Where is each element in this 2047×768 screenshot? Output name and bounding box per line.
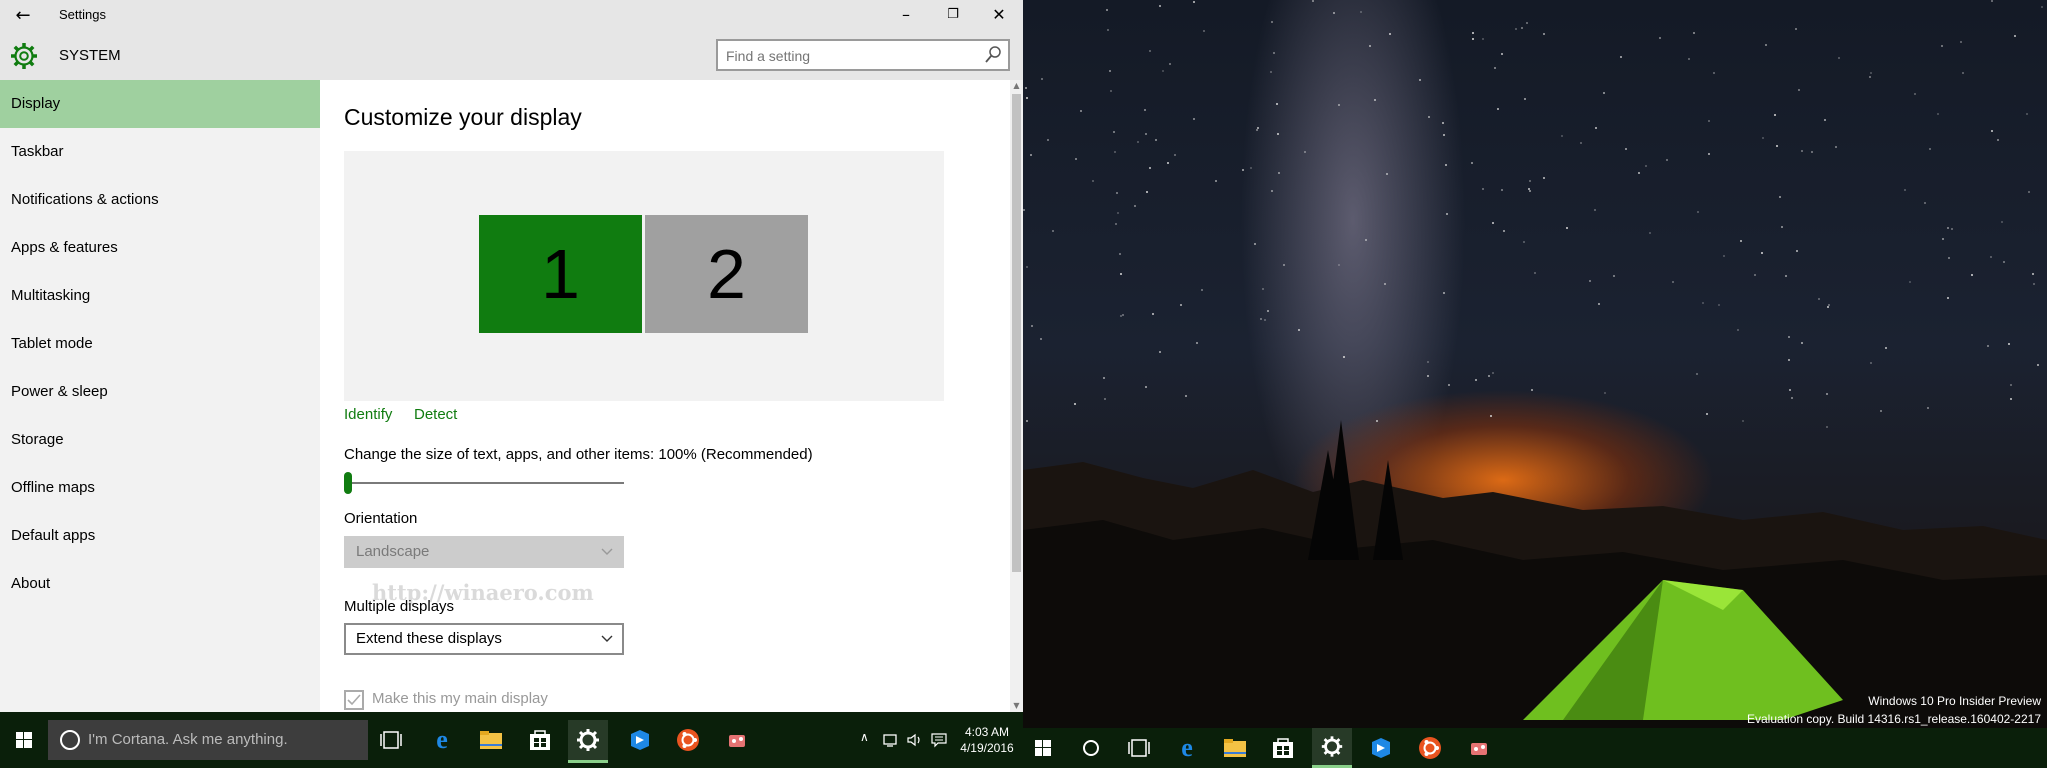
network-icon[interactable] [882,732,900,748]
evaluation-watermark: Windows 10 Pro Insider Preview Evaluatio… [1747,692,2041,728]
orientation-value: Landscape [356,543,430,560]
volume-icon[interactable] [906,732,924,748]
sidebar-item-offline-maps[interactable]: Offline maps [0,464,320,512]
cortana-placeholder: I'm Cortana. Ask me anything. [88,731,288,748]
file-explorer-icon[interactable] [1215,728,1255,768]
settings-header: SYSTEM [0,32,1023,80]
file-explorer-icon[interactable] [471,720,511,760]
scroll-down-icon[interactable]: ▼ [1010,700,1023,712]
cortana-search-box[interactable]: I'm Cortana. Ask me anything. [48,720,368,760]
settings-window: ← Settings – ❐ ✕ SYSTEM Display Tas [0,0,1023,768]
main-display-label: Make this my main display [372,690,548,707]
section-title: SYSTEM [59,47,121,64]
clock-date: 4/19/2016 [960,741,1014,755]
scale-slider-thumb[interactable] [344,472,352,494]
sidebar-item-default-apps[interactable]: Default apps [0,512,320,560]
clock-time: 4:03 AM [964,725,1010,739]
sidebar-item-about[interactable]: About [0,560,320,608]
sidebar-item-power-sleep[interactable]: Power & sleep [0,368,320,416]
clock[interactable]: 4:03 AM 4/19/2016 [953,724,1021,756]
scroll-up-icon[interactable]: ▲ [1010,80,1023,92]
show-hidden-icons-chevron-icon[interactable]: ∧ [860,730,869,744]
multiple-displays-dropdown[interactable]: Extend these displays [344,623,624,655]
app-red-icon[interactable] [717,720,757,760]
app-blue-icon[interactable] [620,720,660,760]
monitor-2[interactable]: 2 [645,215,808,333]
store-icon[interactable] [520,720,560,760]
start-windows-icon[interactable] [4,720,44,760]
sidebar-item-storage[interactable]: Storage [0,416,320,464]
sidebar-item-display[interactable]: Display [0,80,320,128]
sidebar-item-notifications[interactable]: Notifications & actions [0,176,320,224]
scrollbar-thumb[interactable] [1012,94,1021,572]
sidebar-item-multitasking[interactable]: Multitasking [0,272,320,320]
chevron-down-icon [601,548,613,555]
edge-browser-icon[interactable]: e [422,720,462,760]
display-arrangement[interactable]: 1 2 [344,151,944,401]
task-view-icon[interactable] [371,720,411,760]
cortana-ring-icon [60,730,80,750]
window-title: Settings [59,7,106,22]
ubuntu-icon[interactable] [1410,728,1450,768]
start-windows-icon[interactable] [1023,728,1063,768]
search-box[interactable] [716,39,1010,71]
taskbar-primary: I'm Cortana. Ask me anything. e ∧ 4:03 A… [0,712,1023,768]
vertical-scrollbar[interactable]: ▲ ▼ [1010,80,1023,712]
identify-link[interactable]: Identify [344,406,392,423]
action-center-icon[interactable] [930,732,948,748]
search-icon[interactable] [984,45,1002,65]
app-blue-icon[interactable] [1361,728,1401,768]
scale-slider-track[interactable] [344,482,624,484]
restore-button[interactable]: ❐ [930,0,976,32]
search-input[interactable] [726,46,976,66]
page-title: Customize your display [344,104,582,130]
title-bar: ← Settings – ❐ ✕ [0,0,1023,32]
sidebar-item-taskbar[interactable]: Taskbar [0,128,320,176]
sidebar: Display Taskbar Notifications & actions … [0,80,320,712]
settings-app-icon[interactable] [568,720,608,763]
settings-app-icon[interactable] [1312,728,1352,768]
content-pane: Customize your display 1 2 Identify Dete… [320,80,1010,712]
multiple-displays-label: Multiple displays [344,598,455,615]
check-icon [347,694,361,706]
mountain-landscape [1023,420,2047,768]
sidebar-item-tablet-mode[interactable]: Tablet mode [0,320,320,368]
close-button[interactable]: ✕ [976,0,1022,32]
edge-browser-icon[interactable]: e [1167,728,1207,768]
scale-label: Change the size of text, apps, and other… [344,446,813,463]
eval-line-1: Windows 10 Pro Insider Preview [1868,694,2041,708]
orientation-dropdown: Landscape [344,536,624,568]
back-arrow-icon[interactable]: ← [10,4,36,28]
taskbar-secondary: e [1023,728,2047,768]
cortana-ring-icon[interactable] [1071,728,1111,768]
app-red-icon[interactable] [1459,728,1499,768]
gear-icon [11,43,37,69]
orientation-label: Orientation [344,510,418,527]
store-icon[interactable] [1263,728,1303,768]
eval-line-2: Evaluation copy. Build 14316.rs1_release… [1747,712,2041,726]
chevron-down-icon [601,635,613,642]
detect-link[interactable]: Detect [414,406,457,423]
monitor-1[interactable]: 1 [479,215,642,333]
desktop-second-monitor: Windows 10 Pro Insider Preview Evaluatio… [1023,0,2047,768]
multiple-displays-value: Extend these displays [356,630,502,647]
main-display-checkbox[interactable] [344,690,364,710]
task-view-icon[interactable] [1119,728,1159,768]
minimize-button[interactable]: – [883,0,929,32]
ubuntu-icon[interactable] [668,720,708,760]
sidebar-item-apps[interactable]: Apps & features [0,224,320,272]
